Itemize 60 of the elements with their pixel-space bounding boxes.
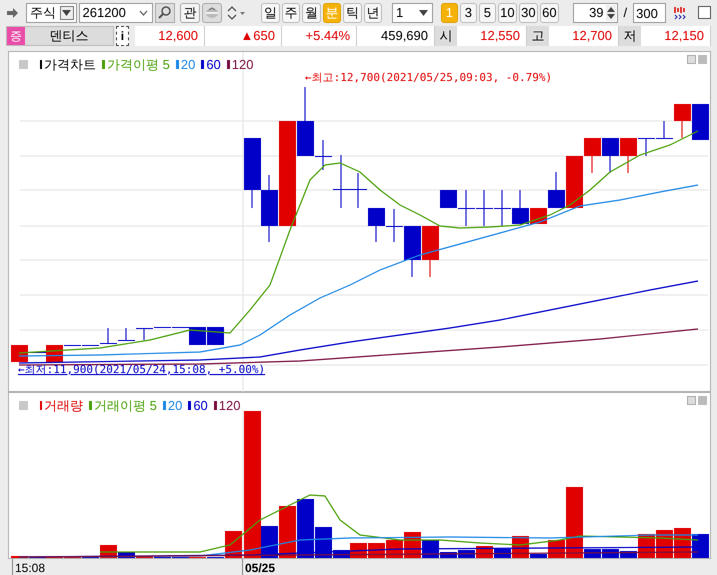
dropdown-arrow-icon <box>418 10 428 16</box>
candlestick <box>368 208 385 242</box>
interval-tab[interactable]: 일 <box>261 2 280 22</box>
period-button[interactable]: 3 <box>460 2 477 22</box>
candlestick <box>494 190 511 226</box>
legend-label: 120 <box>218 397 240 415</box>
arrow-icon[interactable] <box>6 6 20 18</box>
candlestick <box>602 138 619 174</box>
watch-button[interactable]: 관 <box>180 2 200 22</box>
period-button[interactable]: 30 <box>518 2 538 22</box>
axis-label: 05/25 <box>242 559 276 575</box>
period-button[interactable]: 60 <box>540 2 559 22</box>
info-button[interactable]: i <box>116 26 129 46</box>
panel-handle-icon[interactable] <box>19 60 28 70</box>
max-count-field[interactable]: 300 <box>633 2 666 22</box>
chart-settings-icon[interactable] <box>672 4 686 20</box>
candlestick <box>118 328 135 341</box>
legend-label: 60 <box>206 56 221 74</box>
interval-tab[interactable]: 주 <box>282 2 300 22</box>
unit-dropdown[interactable]: 1 <box>392 2 433 22</box>
legend-label: 거래량 <box>44 397 83 415</box>
legend-label: 60 <box>193 397 208 415</box>
legend-label: 가격차트 <box>44 56 96 74</box>
search-button[interactable] <box>155 2 176 22</box>
field-label: 저 <box>619 26 641 46</box>
legend-label: 20 <box>168 397 182 415</box>
candlestick <box>692 104 709 140</box>
market-badge: 증 <box>7 27 25 45</box>
maximize-icon[interactable] <box>687 396 696 405</box>
separator-text: / <box>622 4 628 22</box>
candlestick <box>207 326 224 346</box>
field-label: 고 <box>527 26 549 46</box>
legend-label: 가격이평 5 <box>107 56 170 74</box>
period-button[interactable]: 10 <box>498 2 517 22</box>
chevron-down-icon <box>139 10 148 16</box>
legend-marker-icon <box>40 60 42 70</box>
axis-label: 15:08 <box>12 559 46 575</box>
legend-marker-icon <box>40 401 42 410</box>
checkbox[interactable] <box>698 6 712 19</box>
volume-bar <box>692 534 709 558</box>
interval-tab[interactable]: 년 <box>364 2 382 22</box>
spinner-arrows-icon <box>606 4 616 20</box>
count-spinner[interactable]: 39 <box>572 2 618 22</box>
market-dropdown[interactable]: 주식 <box>26 2 77 22</box>
stock-name-field[interactable]: 증 덴티스 <box>6 26 114 46</box>
high-price-annotation: ←최고:12,700(2021/05/25,09:03, -0.79%) <box>305 71 552 84</box>
low-price-annotation: ←최저:11,900(2021/05/24,15:08, +5.00%) <box>18 363 266 376</box>
interval-tab[interactable]: 월 <box>302 2 321 22</box>
candlestick <box>422 226 439 278</box>
legend-label: 거래이평 5 <box>94 397 157 415</box>
interval-tab[interactable]: 틱 <box>343 2 362 22</box>
period-button[interactable]: 5 <box>478 2 496 22</box>
stock-code-field[interactable]: 261200 <box>78 2 154 22</box>
panel-handle-icon[interactable] <box>19 401 28 410</box>
field-label: 시 <box>435 26 457 46</box>
legend-label: 20 <box>180 56 196 74</box>
legend-label: 120 <box>232 56 254 74</box>
candlestick <box>244 138 261 208</box>
candlestick <box>476 190 493 226</box>
maximize-icon[interactable] <box>687 55 696 64</box>
